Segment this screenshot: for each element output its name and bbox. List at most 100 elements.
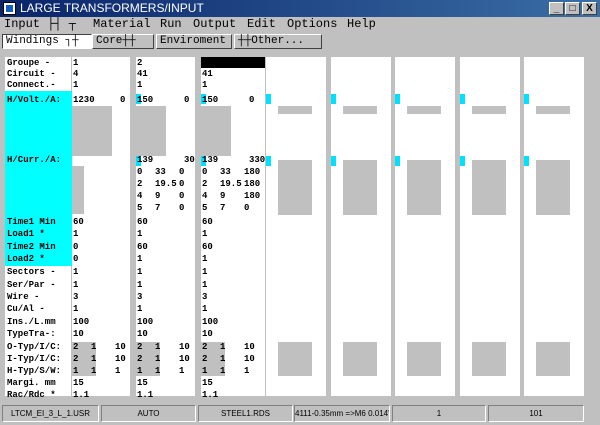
cell-value[interactable]: 10 xyxy=(137,329,148,339)
cell-value[interactable]: 0 xyxy=(179,203,184,213)
cell-value[interactable]: 1 xyxy=(202,267,207,277)
cell-value[interactable]: 10 xyxy=(73,329,84,339)
cell-value[interactable]: 1 xyxy=(220,366,225,376)
cell-value[interactable]: 15 xyxy=(73,378,84,388)
cell-value[interactable]: 1 xyxy=(202,229,207,239)
cell-value[interactable]: 5 xyxy=(137,203,142,213)
cell-value[interactable]: 1 xyxy=(91,366,96,376)
cell-value[interactable]: 1 xyxy=(73,80,78,90)
cell-value[interactable]: 100 xyxy=(137,317,153,327)
cell-value[interactable]: 15 xyxy=(202,378,213,388)
cell-value[interactable]: 1.1 xyxy=(73,390,89,400)
cell-value[interactable]: 0 xyxy=(202,167,207,177)
cell-value[interactable]: 33 xyxy=(155,167,166,177)
cell-value[interactable]: 0 xyxy=(249,95,254,105)
selected-cell[interactable] xyxy=(201,57,265,68)
cell-value[interactable]: 60 xyxy=(137,242,148,252)
cell-value[interactable]: 2 xyxy=(202,179,207,189)
cell-value[interactable]: 1 xyxy=(137,304,142,314)
cell-value[interactable]: 1 xyxy=(115,366,120,376)
cell-value[interactable]: 2 xyxy=(137,354,142,364)
menu-edit[interactable]: Edit xyxy=(247,17,276,32)
cell-value[interactable]: 2 xyxy=(73,354,78,364)
cell-value[interactable]: 9 xyxy=(220,191,225,201)
cell-value[interactable]: 3 xyxy=(202,292,207,302)
cell-value[interactable]: 180 xyxy=(244,179,260,189)
cell-value[interactable]: 10 xyxy=(179,354,190,364)
cell-value[interactable]: 1 xyxy=(202,80,207,90)
cell-value[interactable]: 2 xyxy=(137,342,142,352)
cell-value[interactable]: 1 xyxy=(73,267,78,277)
cell-value[interactable]: 0 xyxy=(244,203,249,213)
cell-value[interactable]: 10 xyxy=(179,342,190,352)
cell-value[interactable]: 1 xyxy=(155,366,160,376)
cell-value[interactable]: 5 xyxy=(202,203,207,213)
tab-core[interactable]: Core┼┼ xyxy=(92,34,154,49)
cell-value[interactable]: 19.5 xyxy=(220,179,242,189)
cell-value[interactable]: 1 xyxy=(137,254,142,264)
app-icon[interactable] xyxy=(3,2,16,15)
cell-value[interactable]: 330 xyxy=(249,155,265,165)
cell-value[interactable]: 60 xyxy=(137,217,148,227)
cell-value[interactable]: 1 xyxy=(202,304,207,314)
cell-value[interactable]: 0 xyxy=(137,167,142,177)
cell-value[interactable]: 10 xyxy=(202,329,213,339)
menu-options[interactable]: Options xyxy=(287,17,337,32)
cell-value[interactable]: 2 xyxy=(202,354,207,364)
cell-value[interactable]: 1 xyxy=(155,354,160,364)
cell-value[interactable]: 1 xyxy=(202,280,207,290)
cell-value[interactable]: 100 xyxy=(202,317,218,327)
cell-value[interactable]: 1 xyxy=(202,366,207,376)
menu-help[interactable]: Help xyxy=(347,17,376,32)
tab-other[interactable]: ┼┼Other... xyxy=(234,34,322,49)
cell-value[interactable]: 0 xyxy=(73,254,78,264)
menu-material[interactable]: Material xyxy=(93,17,151,32)
cell-value[interactable]: 10 xyxy=(244,354,255,364)
cell-value[interactable]: 1 xyxy=(179,366,184,376)
cell-value[interactable]: 2 xyxy=(73,342,78,352)
cell-value[interactable]: 4 xyxy=(137,191,142,201)
cell-value[interactable]: 1 xyxy=(73,304,78,314)
cell-value[interactable]: 180 xyxy=(244,191,260,201)
cell-value[interactable]: 4 xyxy=(202,191,207,201)
cell-value[interactable]: 0 xyxy=(179,167,184,177)
cell-value[interactable]: 1 xyxy=(137,280,142,290)
menu-run[interactable]: Run xyxy=(160,17,182,32)
tab-enviroment[interactable]: Enviroment xyxy=(156,34,232,49)
cell-value[interactable]: 1 xyxy=(91,342,96,352)
cell-value[interactable]: 2 xyxy=(137,58,142,68)
cell-value[interactable]: 0 xyxy=(73,242,78,252)
cell-value[interactable]: 7 xyxy=(220,203,225,213)
cell-value[interactable]: 41 xyxy=(202,69,213,79)
cell-value[interactable]: 3 xyxy=(137,292,142,302)
cell-value[interactable]: 1 xyxy=(244,366,249,376)
cell-value[interactable]: 2 xyxy=(137,179,142,189)
cell-value[interactable]: 0 xyxy=(184,95,189,105)
cell-value[interactable]: 2 xyxy=(202,342,207,352)
cell-value[interactable]: 1 xyxy=(137,80,142,90)
cell-value[interactable]: 3 xyxy=(202,58,207,68)
cell-value[interactable]: 1 xyxy=(137,267,142,277)
cell-value[interactable]: 1 xyxy=(155,342,160,352)
cell-value[interactable]: 150 xyxy=(137,95,153,105)
cell-value[interactable]: 139 xyxy=(137,155,153,165)
cell-value[interactable]: 10 xyxy=(115,354,126,364)
cell-value[interactable]: 1 xyxy=(220,354,225,364)
minimize-button[interactable]: _ xyxy=(549,2,564,15)
cell-value[interactable]: 1 xyxy=(137,366,142,376)
cell-value[interactable]: 150 xyxy=(202,95,218,105)
cell-value[interactable]: 1 xyxy=(202,254,207,264)
cell-value[interactable]: 33 xyxy=(220,167,231,177)
cell-value[interactable]: 15 xyxy=(137,378,148,388)
cell-value[interactable]: 60 xyxy=(73,217,84,227)
cell-value[interactable]: 3 xyxy=(73,292,78,302)
cell-value[interactable]: 1 xyxy=(220,342,225,352)
cell-value[interactable]: 1 xyxy=(73,280,78,290)
cell-value[interactable]: 100 xyxy=(73,317,89,327)
tab-windings[interactable]: Windings ┐┼ xyxy=(2,34,92,49)
cell-value[interactable]: 10 xyxy=(115,342,126,352)
cell-value[interactable]: 0 xyxy=(179,191,184,201)
cell-value[interactable]: 4 xyxy=(73,69,78,79)
cell-value[interactable]: 0 xyxy=(179,179,184,189)
cell-value[interactable]: 1.1 xyxy=(137,390,153,400)
